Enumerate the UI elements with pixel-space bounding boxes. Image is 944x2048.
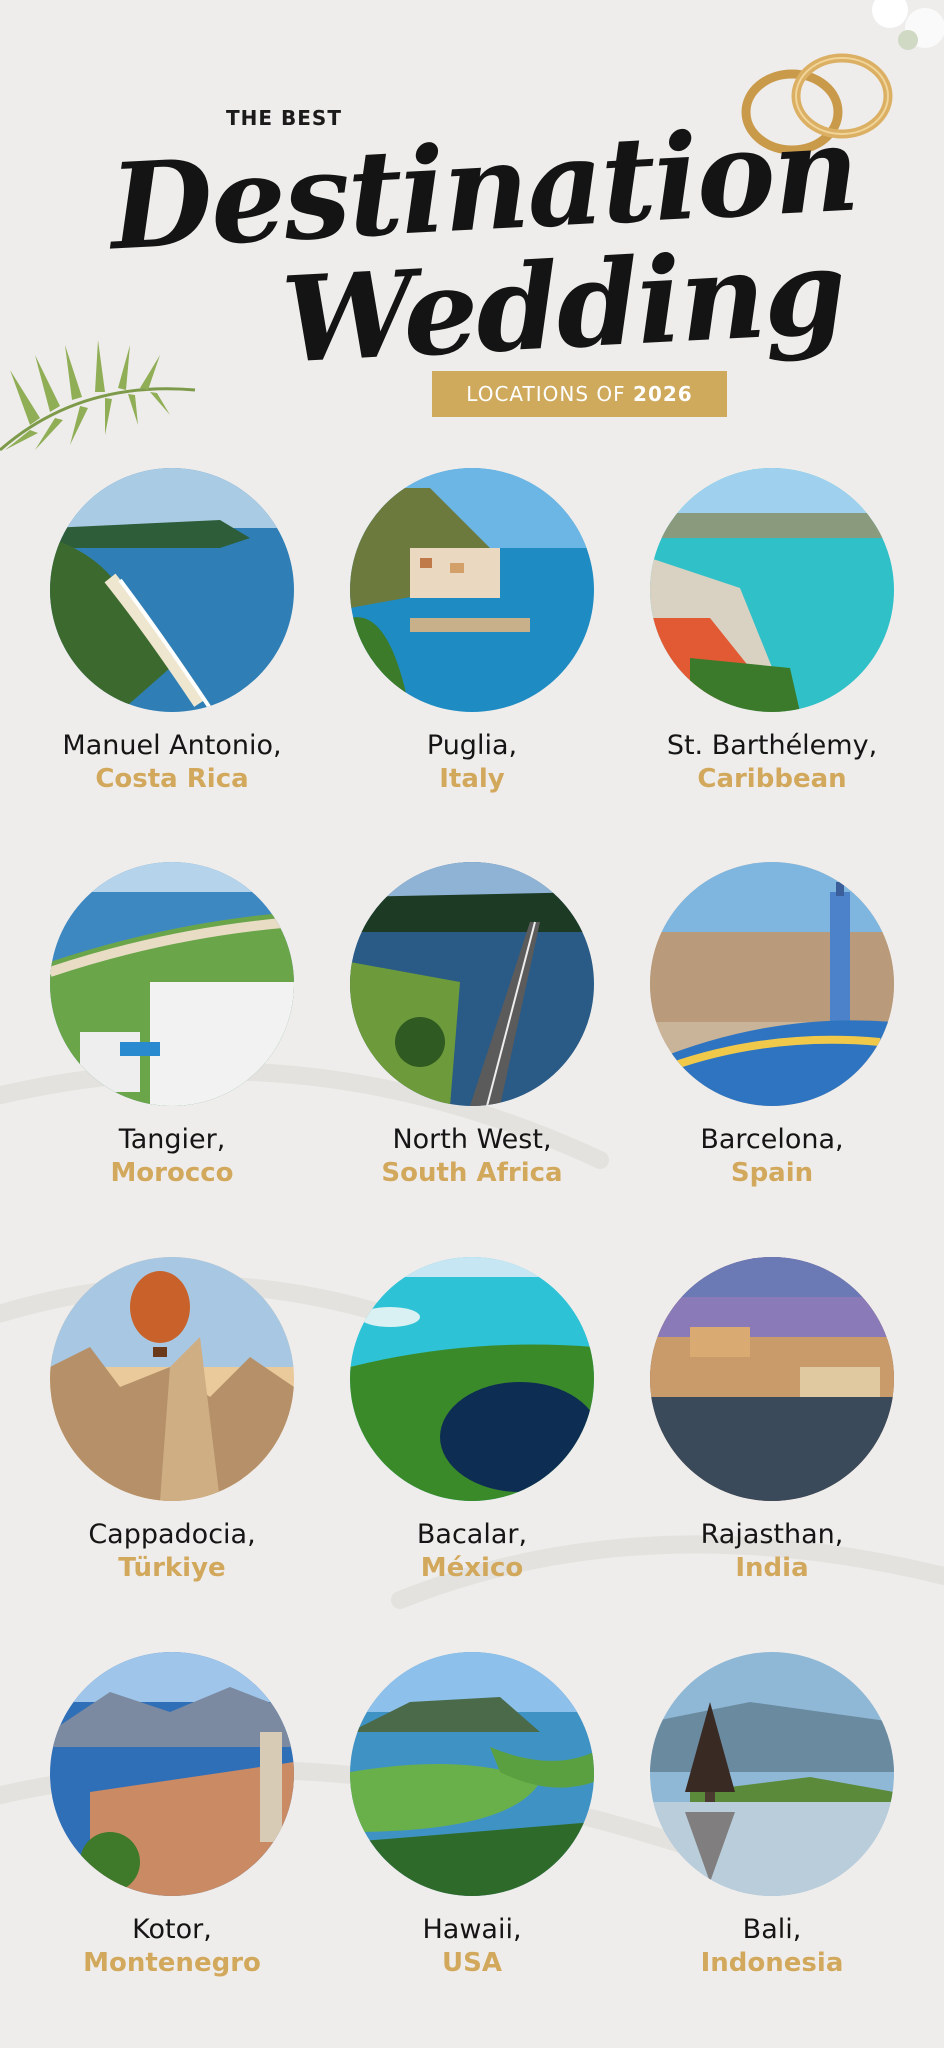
destination-card: Kotor, Montenegro [22, 1652, 322, 1992]
destination-place: Kotor, [132, 1914, 212, 1945]
destination-card: Hawaii, USA [322, 1652, 622, 1992]
destination-country: Indonesia [700, 1948, 844, 1978]
destination-country: Costa Rica [95, 764, 249, 794]
mosaic-park-photo [650, 862, 894, 1106]
destination-card: North West, South Africa [322, 862, 622, 1202]
destination-place: Bali, [742, 1914, 802, 1945]
destination-card: Barcelona, Spain [622, 862, 922, 1202]
destination-card: Tangier, Morocco [22, 862, 322, 1202]
old-town-bay-photo [50, 1652, 294, 1896]
bridge-lake-photo [350, 862, 594, 1106]
destinations-grid: Manuel Antonio, Costa Rica Puglia, Italy [0, 0, 944, 2048]
destination-place: Bacalar, [416, 1519, 528, 1550]
destination-place: Rajasthan, [700, 1519, 844, 1550]
destination-country: México [420, 1553, 524, 1583]
destination-place: Puglia, [426, 730, 518, 761]
water-temple-photo [650, 1652, 894, 1896]
destination-country: Spain [730, 1158, 814, 1188]
destination-country: Morocco [110, 1158, 234, 1188]
destination-card: Bali, Indonesia [622, 1652, 922, 1992]
seaside-city-photo [50, 862, 294, 1106]
tropical-island-photo [350, 1652, 594, 1896]
destination-card: St. Barthélemy, Caribbean [622, 468, 922, 808]
destination-country: South Africa [381, 1158, 563, 1188]
destination-place: Hawaii, [422, 1914, 522, 1945]
palace-lake-photo [650, 1257, 894, 1501]
destination-card: Puglia, Italy [322, 468, 622, 808]
harbor-photo [650, 468, 894, 712]
destination-place: Manuel Antonio, [62, 730, 282, 761]
destination-country: Montenegro [83, 1948, 261, 1978]
destination-card: Rajasthan, India [622, 1257, 922, 1597]
destination-country: Caribbean [697, 764, 847, 794]
lagoon-photo [350, 1257, 594, 1501]
destination-place: North West, [392, 1124, 552, 1155]
destination-country: USA [442, 1948, 502, 1978]
cliffside-village-photo [350, 468, 594, 712]
coastal-bay-photo [50, 468, 294, 712]
destination-place: St. Barthélemy, [666, 730, 878, 761]
destination-place: Barcelona, [700, 1124, 844, 1155]
destination-country: Italy [439, 764, 505, 794]
destination-card: Cappadocia, Türkiye [22, 1257, 322, 1597]
destination-card: Manuel Antonio, Costa Rica [22, 468, 322, 808]
destination-card: Bacalar, México [322, 1257, 622, 1597]
destination-place: Cappadocia, [88, 1519, 256, 1550]
hot-air-balloon-photo [50, 1257, 294, 1501]
destination-country: Türkiye [118, 1553, 226, 1583]
destination-place: Tangier, [118, 1124, 226, 1155]
destination-country: India [735, 1553, 809, 1583]
